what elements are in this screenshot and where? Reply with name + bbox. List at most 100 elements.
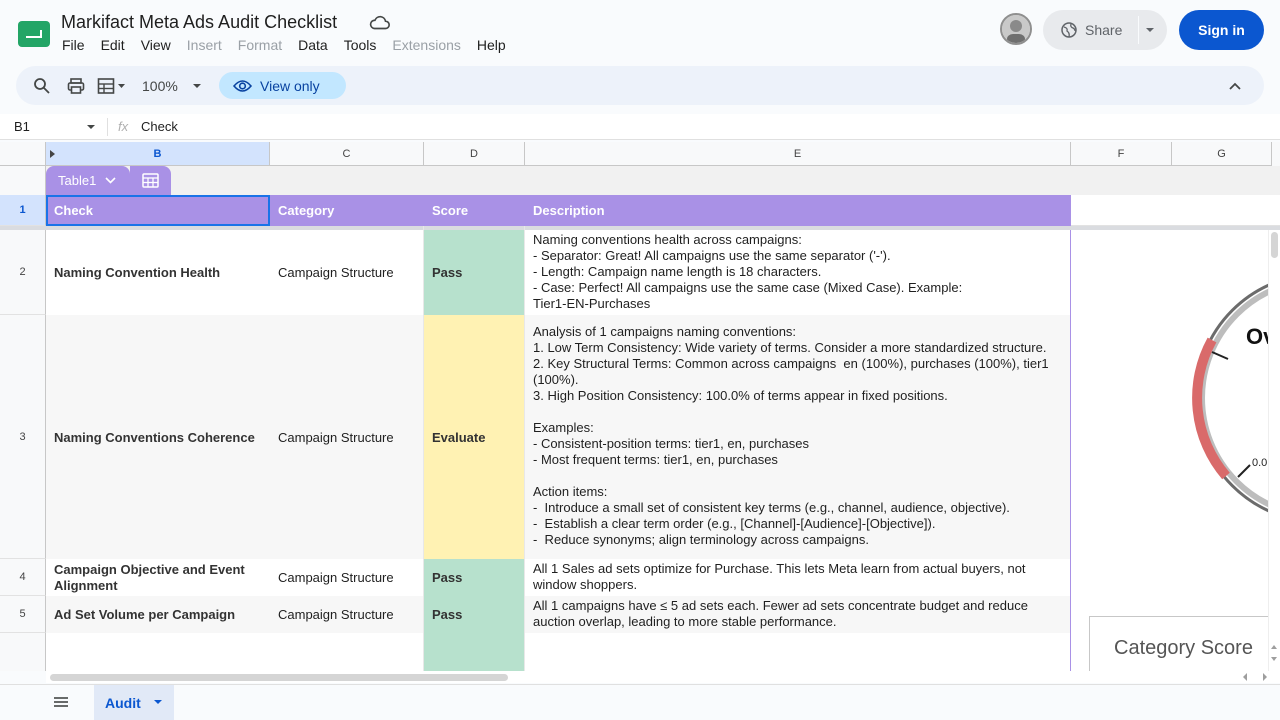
name-box-dropdown-icon[interactable]: [86, 123, 96, 131]
fx-icon: fx: [118, 119, 129, 134]
menu-view[interactable]: View: [141, 37, 171, 55]
category-score-chart[interactable]: Category Score: [1089, 616, 1271, 671]
search-button[interactable]: [33, 66, 51, 105]
menu-extensions: Extensions: [392, 37, 461, 53]
name-box[interactable]: B1: [14, 119, 30, 134]
format-icon: [97, 77, 125, 94]
cell-description[interactable]: All 1 campaigns have ≤ 5 ad sets each. F…: [525, 598, 1071, 633]
sign-in-button[interactable]: Sign in: [1179, 10, 1264, 50]
header-description[interactable]: Description: [525, 195, 1071, 226]
expand-column-icon[interactable]: [50, 150, 56, 158]
row-header-4[interactable]: 4: [0, 559, 46, 596]
cell-description[interactable]: Analysis of 1 campaigns naming conventio…: [525, 324, 1071, 558]
column-header-f[interactable]: F: [1071, 142, 1172, 166]
avatar[interactable]: [1000, 13, 1032, 45]
menu-format: Format: [237, 37, 283, 53]
column-header-filler: [1272, 142, 1280, 166]
print-icon: [67, 77, 85, 94]
chevron-down-icon: [192, 83, 201, 88]
table-settings-button[interactable]: [130, 166, 171, 195]
share-label: Share: [1085, 22, 1123, 38]
cell-score[interactable]: Pass: [424, 596, 525, 633]
sheet-tab-label: Audit: [105, 694, 141, 711]
cell-category[interactable]: Campaign Structure: [270, 230, 424, 315]
collapse-toolbar-button[interactable]: [1228, 66, 1242, 105]
share-button[interactable]: Share: [1043, 10, 1167, 50]
table-tab-row: [46, 166, 1280, 195]
zoom-select[interactable]: 100%: [142, 66, 202, 105]
table-name-chip[interactable]: Table1: [46, 166, 130, 195]
menu-help[interactable]: Help: [477, 37, 506, 55]
scroll-arrows-icon[interactable]: [1240, 672, 1270, 682]
formula-divider: [107, 118, 108, 136]
column-label-e: E: [793, 147, 802, 160]
menu-icon[interactable]: [53, 696, 69, 708]
row-header-1[interactable]: 21: [0, 195, 46, 226]
collapse-icon: [1229, 82, 1241, 90]
share-divider: [1138, 16, 1139, 44]
row-header-6[interactable]: [0, 633, 46, 671]
header-category[interactable]: Category: [270, 195, 424, 226]
cell-check[interactable]: Naming Conventions Coherence: [46, 315, 270, 559]
chevron-down-icon[interactable]: [153, 699, 163, 706]
table-settings-icon: [142, 173, 159, 188]
cell-score[interactable]: Pass: [424, 559, 525, 596]
cell-check[interactable]: Campaign Objective and Event Alignment: [46, 559, 270, 596]
select-all-corner[interactable]: [0, 142, 46, 166]
view-only-label: View only: [260, 77, 320, 94]
sheet-tab-audit[interactable]: Audit: [94, 685, 174, 720]
column-header-c[interactable]: C: [270, 142, 424, 166]
sheets-logo-icon[interactable]: [18, 21, 50, 47]
column-label-d: D: [470, 147, 478, 160]
share-dropdown-icon[interactable]: [1145, 26, 1155, 34]
cell-category[interactable]: Campaign Structure: [270, 315, 424, 559]
globe-icon: [1061, 22, 1077, 38]
zoom-value: 100%: [142, 77, 178, 94]
menu-file[interactable]: File: [62, 37, 85, 55]
selected-cell-b1[interactable]: [46, 195, 270, 226]
horizontal-scroll-thumb[interactable]: [50, 674, 508, 681]
print-button[interactable]: [67, 66, 85, 105]
document-title[interactable]: Markifact Meta Ads Audit Checklist: [61, 12, 337, 33]
sheets-app: Markifact Meta Ads Audit Checklist File …: [0, 0, 1280, 720]
chevron-down-icon: [105, 177, 116, 184]
table-name: Table1: [58, 173, 97, 188]
row-header-3[interactable]: 3: [0, 315, 46, 559]
formula-input[interactable]: Check: [141, 119, 178, 134]
menu-data[interactable]: Data: [298, 37, 328, 55]
column-header-b[interactable]: B: [46, 142, 270, 166]
gauge-tick-label: 0.0: [1252, 457, 1268, 469]
cell-category[interactable]: Campaign Structure: [270, 559, 424, 596]
scroll-arrows-icon[interactable]: [1270, 642, 1278, 664]
cell-score[interactable]: Evaluate: [424, 315, 525, 559]
sheet-tabs-bar: [0, 684, 1280, 720]
cell-check[interactable]: Ad Set Volume per Campaign: [46, 596, 270, 633]
format-options-button[interactable]: [97, 66, 127, 105]
vertical-scroll-thumb[interactable]: [1271, 232, 1278, 258]
column-header-g[interactable]: G: [1172, 142, 1272, 166]
row-header-5[interactable]: 5: [0, 596, 46, 633]
empty-cells-row1: [1071, 195, 1280, 226]
header-score[interactable]: Score: [424, 195, 525, 226]
vertical-scrollbar[interactable]: [1268, 230, 1280, 671]
search-icon: [34, 77, 50, 94]
menu-bar: File Edit View Insert Format Data Tools …: [62, 37, 522, 55]
eye-icon: [233, 79, 252, 92]
cell-score[interactable]: Pass: [424, 230, 525, 315]
cell-check[interactable]: Naming Convention Health: [46, 230, 270, 315]
overall-score-gauge[interactable]: [1160, 270, 1268, 530]
view-only-button[interactable]: View only: [219, 72, 346, 99]
category-score-title: Category Score: [1114, 637, 1253, 659]
row-header-2[interactable]: 2: [0, 230, 46, 315]
column-header-e[interactable]: E: [525, 142, 1071, 166]
menu-insert: Insert: [186, 37, 222, 53]
cell-category[interactable]: Campaign Structure: [270, 596, 424, 633]
cloud-icon[interactable]: [369, 14, 391, 32]
cell-description[interactable]: Naming conventions health across campaig…: [525, 232, 1071, 315]
menu-edit[interactable]: Edit: [101, 37, 125, 55]
menu-tools[interactable]: Tools: [344, 37, 377, 55]
formula-bar: [0, 114, 1280, 140]
column-label-g: G: [1217, 147, 1226, 160]
cell-description[interactable]: All 1 Sales ad sets optimize for Purchas…: [525, 561, 1071, 596]
column-header-d[interactable]: D: [424, 142, 525, 166]
